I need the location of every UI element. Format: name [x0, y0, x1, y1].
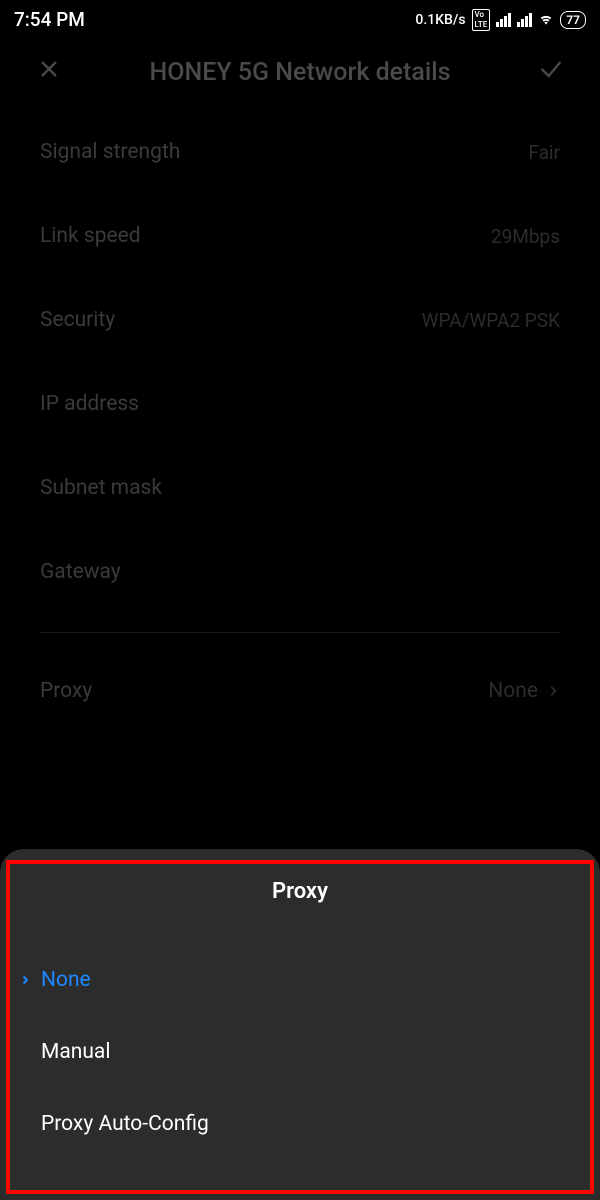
- data-rate: 0.1KB/s: [415, 12, 465, 28]
- status-right: 0.1KB/s VoLTE 77: [415, 9, 586, 31]
- proxy-option-manual[interactable]: Manual: [0, 1016, 600, 1088]
- proxy-option-none[interactable]: None: [0, 944, 600, 1016]
- wifi-icon: [538, 13, 554, 27]
- header: HONEY 5G Network details: [0, 35, 600, 110]
- value-proxy: None: [488, 679, 560, 703]
- label-subnet-mask: Subnet mask: [40, 476, 162, 500]
- status-time: 7:54 PM: [14, 8, 85, 31]
- chevron-right-icon: [546, 684, 560, 698]
- value-signal-strength: Fair: [528, 141, 560, 164]
- signal-icon: [496, 13, 511, 27]
- divider: [40, 632, 560, 633]
- label-proxy: Proxy: [40, 679, 92, 703]
- row-security: Security WPA/WPA2 PSK: [40, 278, 560, 362]
- volte-icon: VoLTE: [472, 9, 491, 31]
- signal-icon-2: [517, 13, 532, 27]
- row-subnet-mask: Subnet mask: [40, 446, 560, 530]
- row-signal-strength: Signal strength Fair: [40, 110, 560, 194]
- battery-icon: 77: [560, 11, 586, 29]
- option-text-auto: Proxy Auto-Config: [35, 1112, 209, 1136]
- details-list: Signal strength Fair Link speed 29Mbps S…: [0, 110, 600, 731]
- label-gateway: Gateway: [40, 560, 121, 584]
- row-ip-address: IP address: [40, 362, 560, 446]
- page-title: HONEY 5G Network details: [63, 58, 537, 87]
- proxy-option-auto[interactable]: Proxy Auto-Config: [0, 1088, 600, 1160]
- close-icon[interactable]: [35, 55, 63, 90]
- value-link-speed: 29Mbps: [491, 225, 560, 248]
- row-link-speed: Link speed 29Mbps: [40, 194, 560, 278]
- label-ip-address: IP address: [40, 392, 139, 416]
- option-text-manual: Manual: [35, 1040, 110, 1064]
- label-signal-strength: Signal strength: [40, 140, 180, 164]
- label-security: Security: [40, 308, 115, 332]
- proxy-bottom-sheet: Proxy None Manual Proxy Auto-Config: [0, 849, 600, 1200]
- row-proxy[interactable]: Proxy None: [40, 651, 560, 731]
- proxy-value-text: None: [488, 679, 538, 703]
- selected-indicator-icon: [15, 973, 35, 987]
- label-link-speed: Link speed: [40, 224, 141, 248]
- row-gateway: Gateway: [40, 530, 560, 614]
- confirm-icon[interactable]: [537, 55, 565, 90]
- sheet-title: Proxy: [0, 879, 600, 904]
- option-text-none: None: [35, 968, 91, 992]
- value-security: WPA/WPA2 PSK: [422, 309, 560, 332]
- status-bar: 7:54 PM 0.1KB/s VoLTE 77: [0, 0, 600, 35]
